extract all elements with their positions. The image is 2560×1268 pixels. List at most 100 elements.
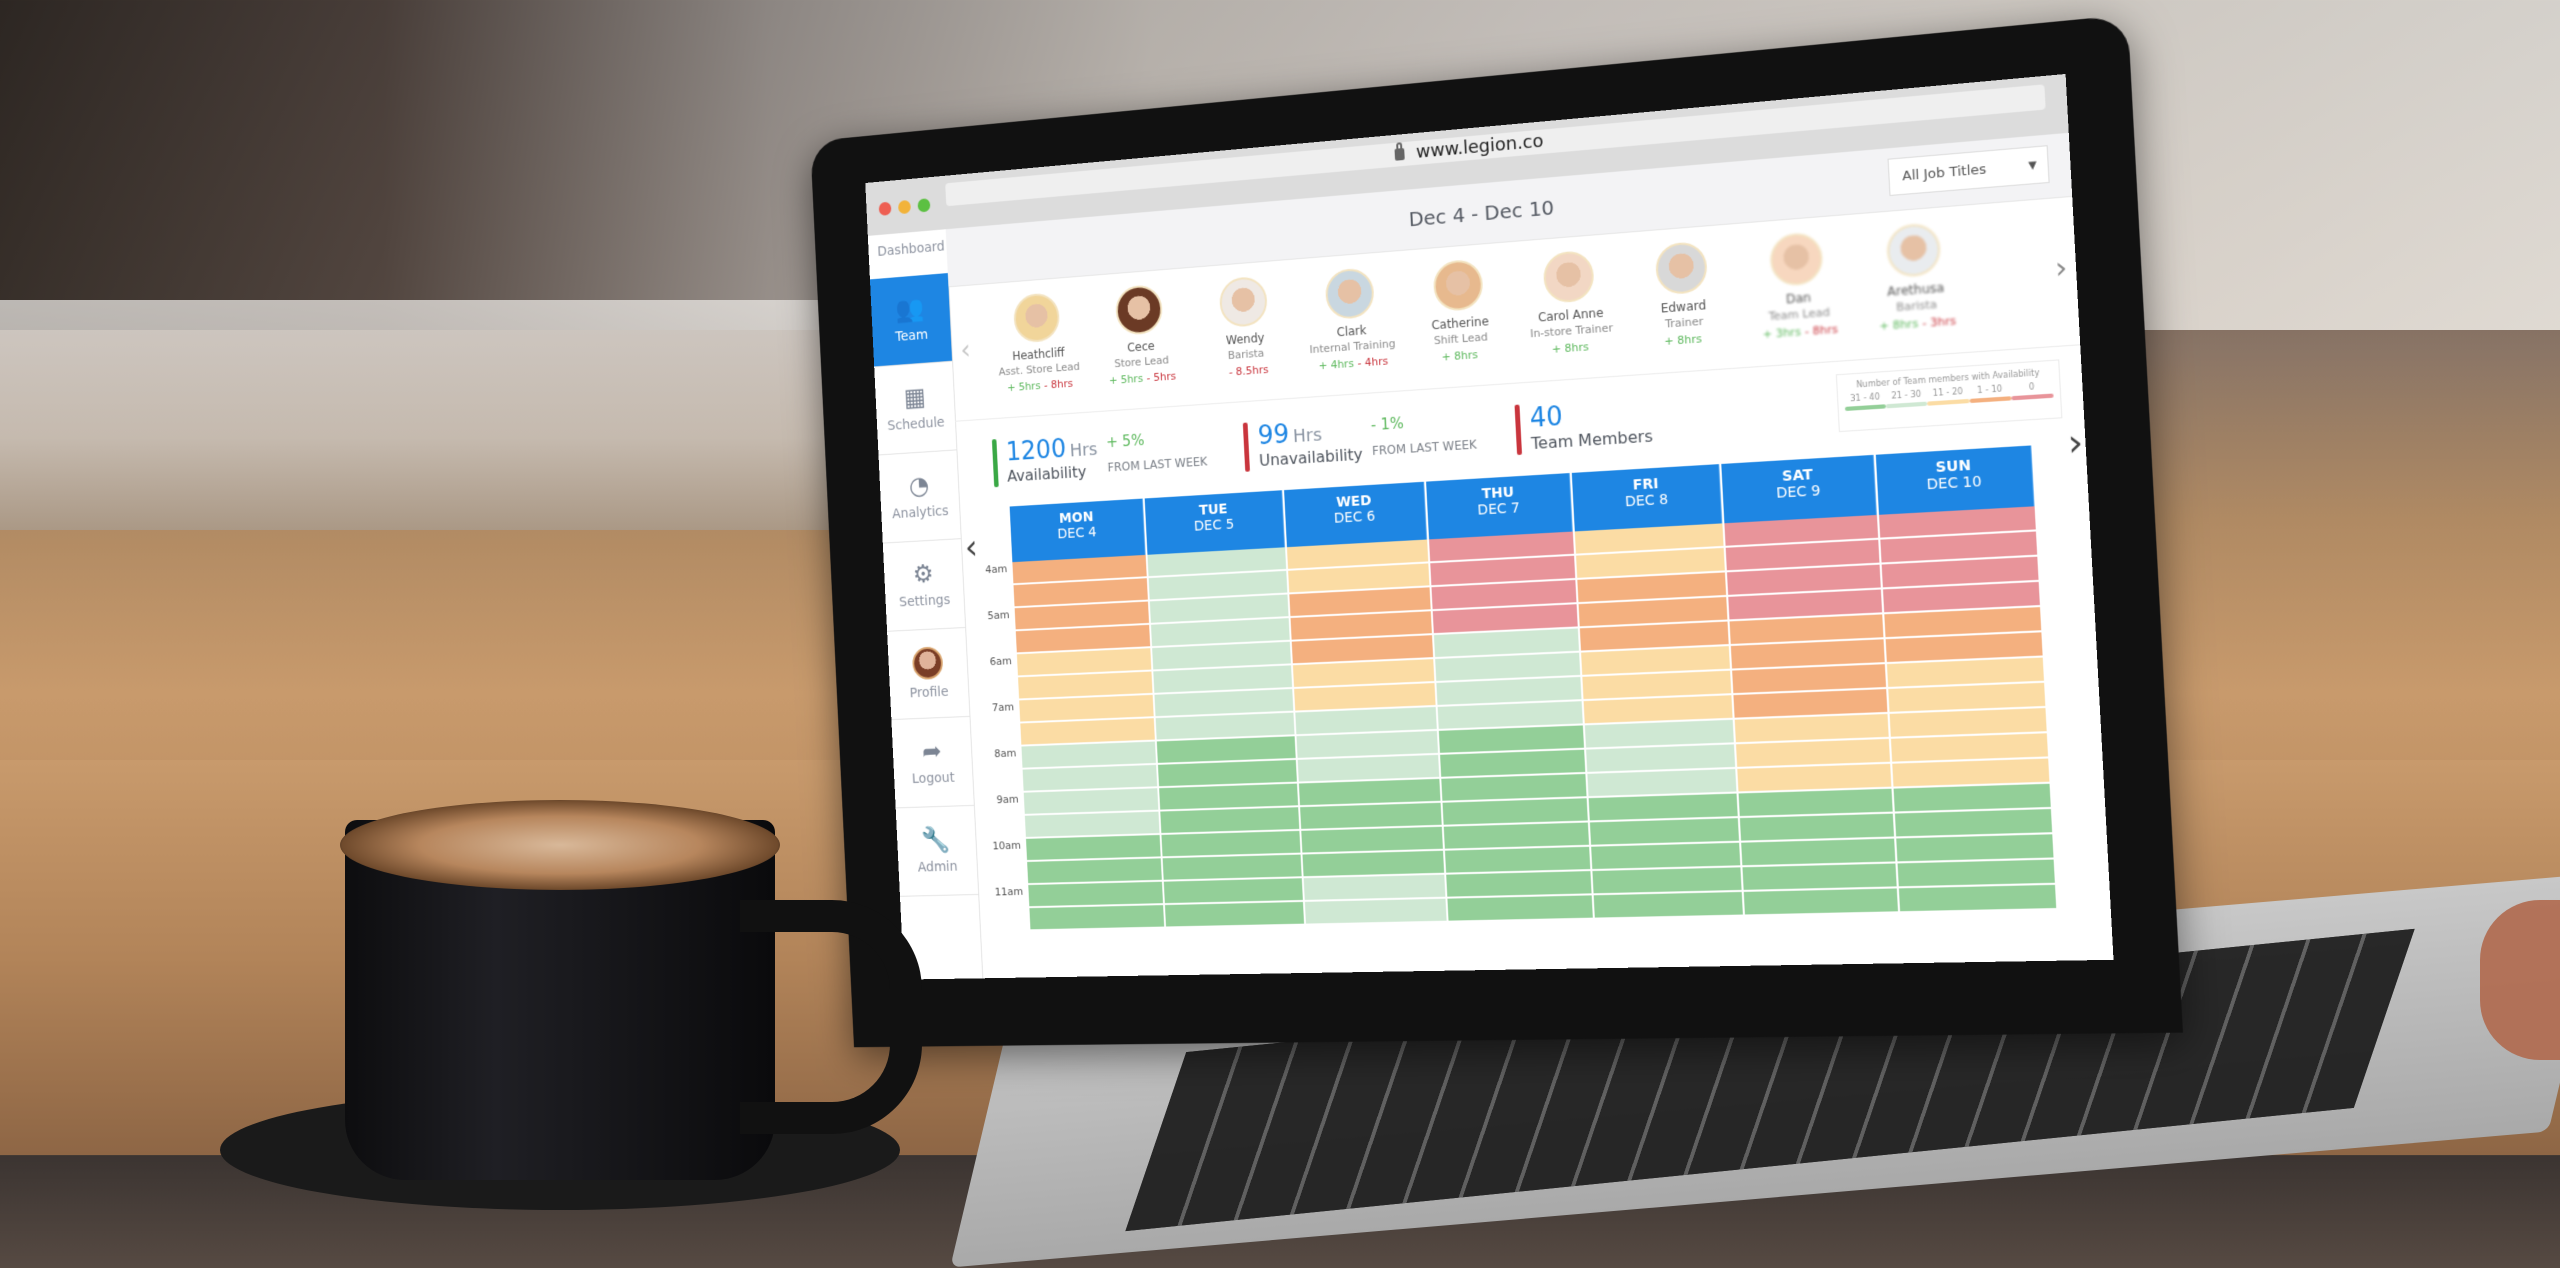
legend-label: 21 - 30	[1891, 389, 1922, 401]
team-member-card[interactable]: Carol Anne In-store Trainer + 8hrs	[1511, 233, 1630, 382]
heatmap-cell[interactable]	[1164, 878, 1303, 906]
sidebar-item-logout[interactable]: ➦ Logout	[891, 716, 974, 809]
heatmap-cell[interactable]	[1029, 905, 1165, 932]
heatmap-cell[interactable]	[1446, 871, 1592, 899]
hours-added: + 5hrs	[1108, 372, 1144, 388]
team-member-card[interactable]: Arethusa Barista + 8hrs - 3hrs	[1853, 205, 1979, 359]
sidebar-item-profile[interactable]: Profile	[887, 627, 970, 721]
legend-swatch	[1927, 398, 1970, 406]
chevron-left-icon[interactable]: ‹	[960, 334, 972, 366]
heatmap-cell[interactable]	[1591, 842, 1741, 872]
team-member-card[interactable]: Wendy Barista - 8.5hrs	[1189, 260, 1301, 405]
hours-added: + 3hrs	[1762, 325, 1802, 342]
sidebar-dashboard-link[interactable]: Dashboard	[868, 229, 948, 279]
legend-item: 1 - 10	[1968, 384, 2012, 404]
sidebar-item-team[interactable]: 👥 Team	[869, 273, 953, 368]
heatmap-cell[interactable]	[1742, 863, 1897, 892]
time-label: 7am	[991, 700, 1015, 715]
team-member-card[interactable]: Catherine Shift Lead + 8hrs	[1402, 242, 1519, 390]
wrench-icon: 🔧	[921, 825, 952, 856]
avatar	[1769, 231, 1824, 287]
heatmap-cell[interactable]	[1744, 888, 1898, 917]
minimize-window-button[interactable]	[897, 199, 911, 215]
member-name: Catherine	[1431, 314, 1490, 333]
team-member-card[interactable]: Dan Team Lead + 3hrs - 8hrs	[1736, 215, 1860, 368]
pie-chart-icon: ◔	[908, 471, 930, 502]
heatmap-cell[interactable]	[1447, 895, 1594, 923]
stat-team-members: 40 Team Members	[1514, 396, 1653, 456]
member-role: Trainer	[1664, 314, 1704, 331]
legend-item: 11 - 20	[1927, 386, 1970, 406]
mug-handle	[740, 900, 922, 1134]
member-name: Clark	[1336, 323, 1367, 340]
day-header[interactable]: TUE DEC 5	[1144, 490, 1285, 555]
heatmap-cell[interactable]	[1897, 859, 2055, 889]
hours-added: + 8hrs	[1551, 340, 1590, 356]
heatmap-cell[interactable]	[1028, 881, 1164, 909]
heatmap-cell[interactable]	[1303, 874, 1446, 902]
heatmap-cell[interactable]	[1304, 898, 1447, 926]
legend-item: 31 - 40	[1844, 392, 1887, 411]
avatar	[1654, 240, 1709, 296]
heatmap-cell[interactable]	[1162, 854, 1302, 882]
day-header[interactable]: SAT DEC 9	[1721, 454, 1877, 524]
sidebar-item-label: Settings	[898, 592, 951, 611]
sidebar-item-admin[interactable]: 🔧 Admin	[895, 805, 979, 897]
legend-swatch	[1969, 396, 2012, 404]
sidebar-item-label: Schedule	[887, 414, 945, 434]
time-label: 5am	[987, 608, 1010, 623]
hours-removed: - 4hrs	[1357, 354, 1389, 370]
team-member-card[interactable]: Heathcliff Asst. Store Lead + 5hrs - 8hrs	[984, 276, 1092, 418]
calendar-icon: ▦	[903, 382, 927, 413]
sidebar-item-settings[interactable]: ⚙ Settings	[882, 539, 966, 632]
previous-week-icon[interactable]: ‹	[964, 528, 979, 568]
heatmap-cell[interactable]	[1027, 858, 1163, 886]
caret-down-icon: ▼	[2028, 159, 2038, 173]
heatmap-cell[interactable]	[1592, 867, 1743, 896]
time-label: 4am	[984, 562, 1008, 577]
heatmap-cell[interactable]	[1302, 850, 1445, 879]
heatmap-cell[interactable]	[1898, 884, 2057, 914]
availability-unit: Hrs	[1069, 439, 1098, 462]
hours-added: + 8hrs	[1441, 348, 1479, 364]
member-hours: + 5hrs - 5hrs	[1109, 370, 1177, 387]
member-role: Barista	[1895, 297, 1938, 315]
availability-legend: Number of Team members with Availability…	[1835, 359, 2063, 433]
maximize-window-button[interactable]	[917, 198, 931, 213]
legend-label: 31 - 40	[1849, 392, 1881, 404]
hours-added: + 4hrs	[1318, 356, 1355, 373]
time-label: 6am	[989, 654, 1013, 669]
sidebar-item-analytics[interactable]: ◔ Analytics	[878, 450, 961, 544]
day-header[interactable]: WED DEC 6	[1283, 481, 1427, 548]
day-header[interactable]: SUN DEC 10	[1875, 445, 2035, 515]
sidebar-item-schedule[interactable]: ▦ Schedule	[874, 361, 957, 456]
heatmap-cell[interactable]	[1593, 891, 1744, 920]
sidebar-item-label: Admin	[917, 859, 958, 876]
unavailability-change: - 1%	[1370, 414, 1405, 435]
day-header[interactable]: THU DEC 7	[1425, 473, 1573, 540]
avatar	[1012, 292, 1061, 344]
hours-added: + 8hrs	[1878, 316, 1919, 333]
unavailability-value: 99	[1257, 419, 1290, 452]
next-week-icon[interactable]: ›	[2067, 421, 2085, 465]
sidebar-item-label: Team	[894, 327, 929, 345]
availability-from: FROM LAST WEEK	[1107, 454, 1208, 475]
latte-art	[340, 800, 780, 890]
window-controls	[878, 198, 931, 216]
day-column-fri: FRI DEC 8	[1571, 463, 1746, 920]
day-header[interactable]: MON DEC 4	[1009, 498, 1146, 563]
chevron-right-icon[interactable]: ›	[2054, 250, 2068, 286]
team-member-card[interactable]: Cece Store Lead + 5hrs - 5hrs	[1086, 268, 1196, 411]
team-member-card[interactable]: Clark Internal Training + 4hrs - 4hrs	[1294, 251, 1408, 397]
team-member-card[interactable]: Edward Trainer + 8hrs	[1623, 224, 1744, 375]
day-header[interactable]: FRI DEC 8	[1571, 464, 1723, 532]
job-title-select[interactable]: All Job Titles ▼	[1887, 145, 2050, 197]
logout-icon: ➦	[921, 737, 943, 767]
heatmap-cell[interactable]	[1165, 901, 1304, 929]
heatmap-cell[interactable]	[1741, 838, 1896, 868]
heatmap-cell[interactable]	[1444, 846, 1591, 875]
close-window-button[interactable]	[878, 201, 892, 216]
time-label: 8am	[993, 746, 1017, 761]
heatmap-cell[interactable]	[1895, 834, 2054, 864]
hours-removed: - 8hrs	[1804, 322, 1839, 339]
